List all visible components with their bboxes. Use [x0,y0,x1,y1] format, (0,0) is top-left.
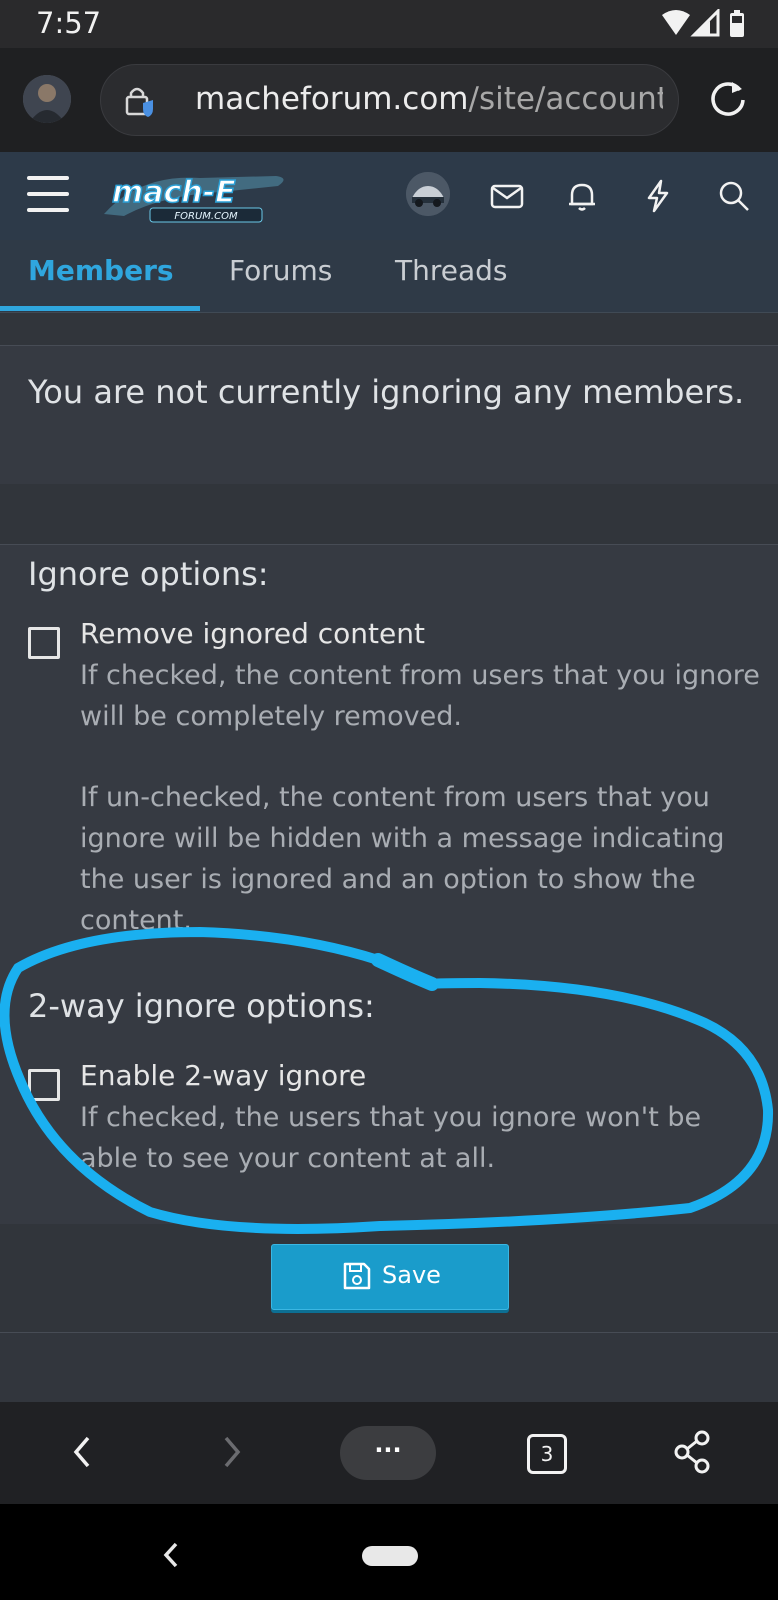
next-section-partial [0,1333,778,1403]
tab-count-button[interactable]: 3 [527,1434,567,1474]
forward-arrow-icon[interactable] [216,1434,246,1470]
active-tab-indicator [0,306,200,311]
spacer [0,313,778,345]
system-navigation-bar [0,1504,778,1600]
status-icons [662,9,744,37]
address-bar[interactable]: macheforum.com/site/account [100,64,679,136]
system-back-icon[interactable] [160,1540,184,1570]
notice-block: You are not currently ignoring any membe… [0,345,778,485]
empty-ignore-list-message: You are not currently ignoring any membe… [28,373,745,411]
lightning-bolt-icon[interactable] [640,178,676,214]
url-path: /site/account [468,81,664,117]
tab-forums[interactable]: Forums [229,254,332,287]
browser-toolbar: macheforum.com/site/account [0,48,778,152]
search-icon[interactable] [716,178,752,214]
tab-members[interactable]: Members [28,254,174,287]
status-bar: 7:57 [0,0,778,48]
logo-text: mach-E [112,175,236,210]
ignore-options-heading: Ignore options: [28,555,269,593]
back-arrow-icon[interactable] [68,1434,98,1470]
ignore-options-form: Ignore options: Remove ignored content I… [0,544,778,1226]
two-way-ignore-hint: If checked, the users that you ignore wo… [80,1102,702,1174]
remove-ignored-hint-checked: If checked, the content from users that … [80,660,760,732]
save-button[interactable]: Save [271,1244,509,1310]
more-menu-button[interactable]: ··· [340,1426,436,1480]
url-text: macheforum.com/site/account [195,81,663,119]
save-floppy-icon [343,1262,371,1290]
wifi-icon [662,10,690,35]
remove-ignored-hint-unchecked: If un-checked, the content from users th… [80,782,725,936]
lock-icon[interactable] [123,83,157,119]
browser-bottom-bar: ··· 3 [0,1402,778,1504]
tab-threads[interactable]: Threads [395,254,508,287]
logo-subtext: FORUM.COM [174,211,238,222]
two-way-ignore-heading: 2-way ignore options: [28,987,375,1025]
status-time: 7:57 [36,6,102,40]
avatar-icon [23,75,71,123]
home-pill[interactable] [362,1546,418,1566]
enable-two-way-ignore-checkbox[interactable] [28,1069,60,1101]
site-header: mach-E FORUM.COM [0,152,778,240]
remove-ignored-content-checkbox[interactable] [28,627,60,659]
remove-ignored-content-label[interactable]: Remove ignored content [80,617,425,650]
share-icon[interactable] [672,1430,712,1474]
car-avatar-icon [406,172,450,216]
user-avatar[interactable] [406,172,450,216]
tab-bar: Members Forums Threads [0,240,778,313]
form-actions: Save [0,1224,778,1333]
enable-two-way-ignore-label[interactable]: Enable 2-way ignore [80,1059,366,1092]
bell-icon[interactable] [564,178,600,214]
hamburger-menu-icon[interactable] [27,176,69,214]
url-host: macheforum.com [195,81,469,117]
save-button-label: Save [382,1261,441,1289]
spacer [0,484,778,544]
reload-icon[interactable] [708,78,748,118]
browser-profile-avatar[interactable] [23,75,71,123]
inbox-envelope-icon[interactable] [489,178,525,214]
site-logo[interactable]: mach-E FORUM.COM [100,170,292,224]
